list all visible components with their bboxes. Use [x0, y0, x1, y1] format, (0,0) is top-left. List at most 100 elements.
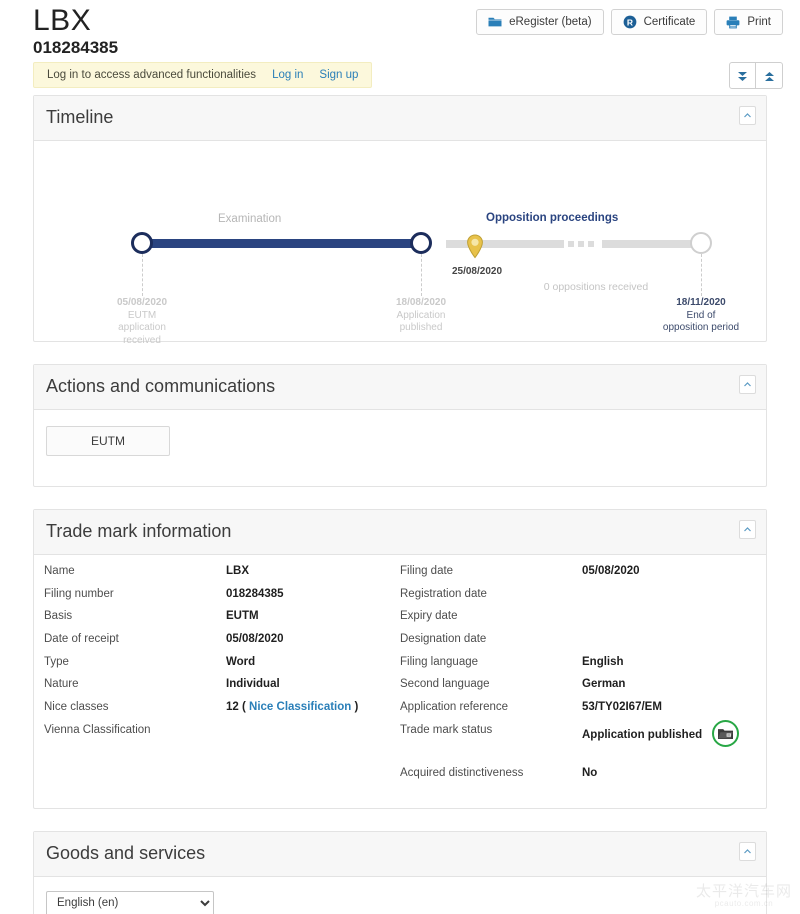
timeline-caption-1-l2: application — [118, 322, 166, 333]
actions-collapse-toggle[interactable] — [739, 375, 756, 394]
field-second-language-value: German — [582, 678, 626, 691]
field-registration-date: Registration date — [400, 588, 756, 611]
trademark-left-column: Name LBX Filing number 018284385 Basis E… — [44, 565, 400, 790]
goods-language-select[interactable]: English (en) — [46, 890, 214, 914]
field-nature-label: Nature — [44, 678, 79, 691]
field-type-value: Word — [226, 655, 256, 668]
actions-title: Actions and communications — [46, 376, 276, 396]
field-name-label: Name — [44, 565, 75, 577]
actions-panel: Actions and communications EUTM — [33, 364, 767, 487]
field-application-reference: Application reference 53/TY02I67/EM — [400, 701, 756, 724]
expand-all-button[interactable] — [729, 62, 756, 89]
field-vienna-classification-label: Vienna Classification — [44, 723, 151, 736]
field-basis-label: Basis — [44, 610, 73, 623]
signup-link[interactable]: Sign up — [319, 69, 358, 81]
field-expiry-date-label: Expiry date — [400, 610, 458, 623]
field-filing-number: Filing number 018284385 — [44, 588, 400, 611]
page-root: LBX 018284385 eRegister (beta) R Certifi… — [0, 0, 800, 914]
field-nature: Nature Individual — [44, 678, 400, 701]
goods-title: Goods and services — [46, 842, 206, 863]
phase-label-opposition: Opposition proceedings — [486, 212, 619, 224]
trademark-info-panel: Trade mark information Name LBX Filing n… — [33, 509, 767, 809]
goods-panel-header: Goods and services — [34, 831, 766, 877]
timeline-caption-published: 18/08/2020 Application published — [371, 297, 471, 335]
timeline-caption-3-date: 18/11/2020 — [676, 297, 726, 308]
timeline-caption-received: 05/08/2020 EUTM application received — [92, 297, 192, 347]
timeline-caption-2-l2: published — [399, 322, 443, 333]
timeline-leader-2 — [421, 254, 422, 296]
status-badge: Application published — [582, 729, 703, 742]
goods-services-panel: Goods and services English (en) 12 autom… — [33, 830, 767, 914]
actions-panel-header: Actions and communications — [34, 365, 766, 410]
trademark-fields-grid: Name LBX Filing number 018284385 Basis E… — [34, 555, 766, 808]
field-acquired-distinctiveness: Acquired distinctiveness No — [400, 767, 756, 790]
timeline-leader-1 — [142, 254, 143, 296]
field-filing-date-value: 05/08/2020 — [582, 565, 640, 577]
timeline-caption-opposition-end: 18/11/2020 End of opposition period — [626, 297, 776, 335]
timeline-caption-1-l3: received — [123, 334, 161, 346]
field-date-of-receipt: Date of receipt 05/08/2020 — [44, 633, 400, 656]
field-designation-date-label: Designation date — [400, 633, 487, 646]
field-filing-language-label: Filing language — [400, 655, 479, 668]
field-registration-date-label: Registration date — [400, 587, 487, 600]
timeline-caption-2-l1: Application — [396, 309, 446, 321]
field-expiry-date: Expiry date — [400, 610, 756, 633]
page-header: LBX 018284385 eRegister (beta) R Certifi… — [0, 0, 800, 62]
trademark-title: Trade mark information — [46, 521, 232, 541]
eregister-label: eRegister (beta) — [509, 16, 592, 28]
registered-r-icon: R — [623, 15, 637, 29]
login-notice-banner: Log in to access advanced functionalitie… — [33, 62, 373, 88]
timeline-caption-2-date: 18/08/2020 — [395, 297, 447, 308]
chevron-up-icon — [744, 848, 751, 853]
timeline-collapse-toggle[interactable] — [739, 106, 756, 125]
field-trade-mark-status-value-wrap: Application published — [582, 719, 740, 747]
field-nice-classes: Nice classes 12 ( Nice Classification ) — [44, 701, 400, 724]
header-actions: eRegister (beta) R Certificate Print — [476, 9, 783, 35]
field-second-language-label: Second language — [400, 678, 490, 691]
print-label: Print — [747, 16, 771, 28]
published-folder-icon — [712, 719, 740, 747]
phase-label-examination: Examination — [218, 213, 282, 225]
print-button[interactable]: Print — [714, 9, 783, 35]
timeline-panel: Timeline Examination Opposition proceedi… — [33, 95, 767, 346]
field-acquired-distinctiveness-value: No — [582, 766, 598, 779]
field-basis: Basis EUTM — [44, 610, 400, 633]
chevron-up-icon — [744, 382, 751, 387]
timeline-node-received[interactable] — [131, 232, 153, 254]
field-second-language: Second language German — [400, 678, 756, 701]
eregister-button[interactable]: eRegister (beta) — [476, 9, 604, 35]
printer-icon — [726, 16, 740, 29]
field-nice-classes-label: Nice classes — [44, 701, 109, 714]
field-date-of-receipt-value: 05/08/2020 — [226, 633, 284, 646]
timeline-node-published[interactable] — [410, 232, 432, 254]
timeline-bar-dots — [568, 241, 594, 247]
field-vienna-classification: Vienna Classification — [44, 724, 400, 747]
goods-collapse-toggle[interactable] — [739, 841, 756, 861]
expand-all-icon — [736, 69, 749, 83]
field-filing-number-value: 018284385 — [226, 587, 284, 600]
field-nice-classes-value: 12 ( Nice Classification ) — [226, 701, 358, 713]
timeline-pin-marker[interactable] — [466, 234, 484, 264]
field-filing-date: Filing date 05/08/2020 — [400, 565, 756, 588]
eutm-filter-button[interactable]: EUTM — [46, 426, 170, 456]
field-application-reference-value: 53/TY02I67/EM — [582, 701, 662, 714]
field-filing-date-label: Filing date — [400, 565, 454, 577]
timeline-pin-date: 25/08/2020 — [451, 266, 503, 277]
svg-text:R: R — [626, 17, 632, 27]
field-nature-value: Individual — [226, 678, 280, 691]
timeline-caption-1-l1: EUTM — [127, 309, 157, 321]
chevron-up-icon — [744, 113, 751, 118]
timeline-bar-pending-left — [446, 240, 564, 248]
field-application-reference-label: Application reference — [400, 701, 509, 714]
collapse-all-button[interactable] — [756, 62, 783, 89]
timeline-title: Timeline — [46, 107, 114, 127]
login-link[interactable]: Log in — [272, 69, 303, 81]
field-date-of-receipt-label: Date of receipt — [44, 633, 119, 646]
timeline-graphic: Examination Opposition proceedings 25/08… — [46, 155, 754, 346]
trademark-collapse-toggle[interactable] — [739, 520, 756, 539]
timeline-bar-completed — [138, 239, 422, 248]
timeline-node-opposition-end[interactable] — [690, 232, 712, 254]
nice-classification-link[interactable]: Nice Classification — [249, 701, 351, 713]
field-type-label: Type — [44, 655, 69, 668]
certificate-button[interactable]: R Certificate — [610, 9, 708, 35]
